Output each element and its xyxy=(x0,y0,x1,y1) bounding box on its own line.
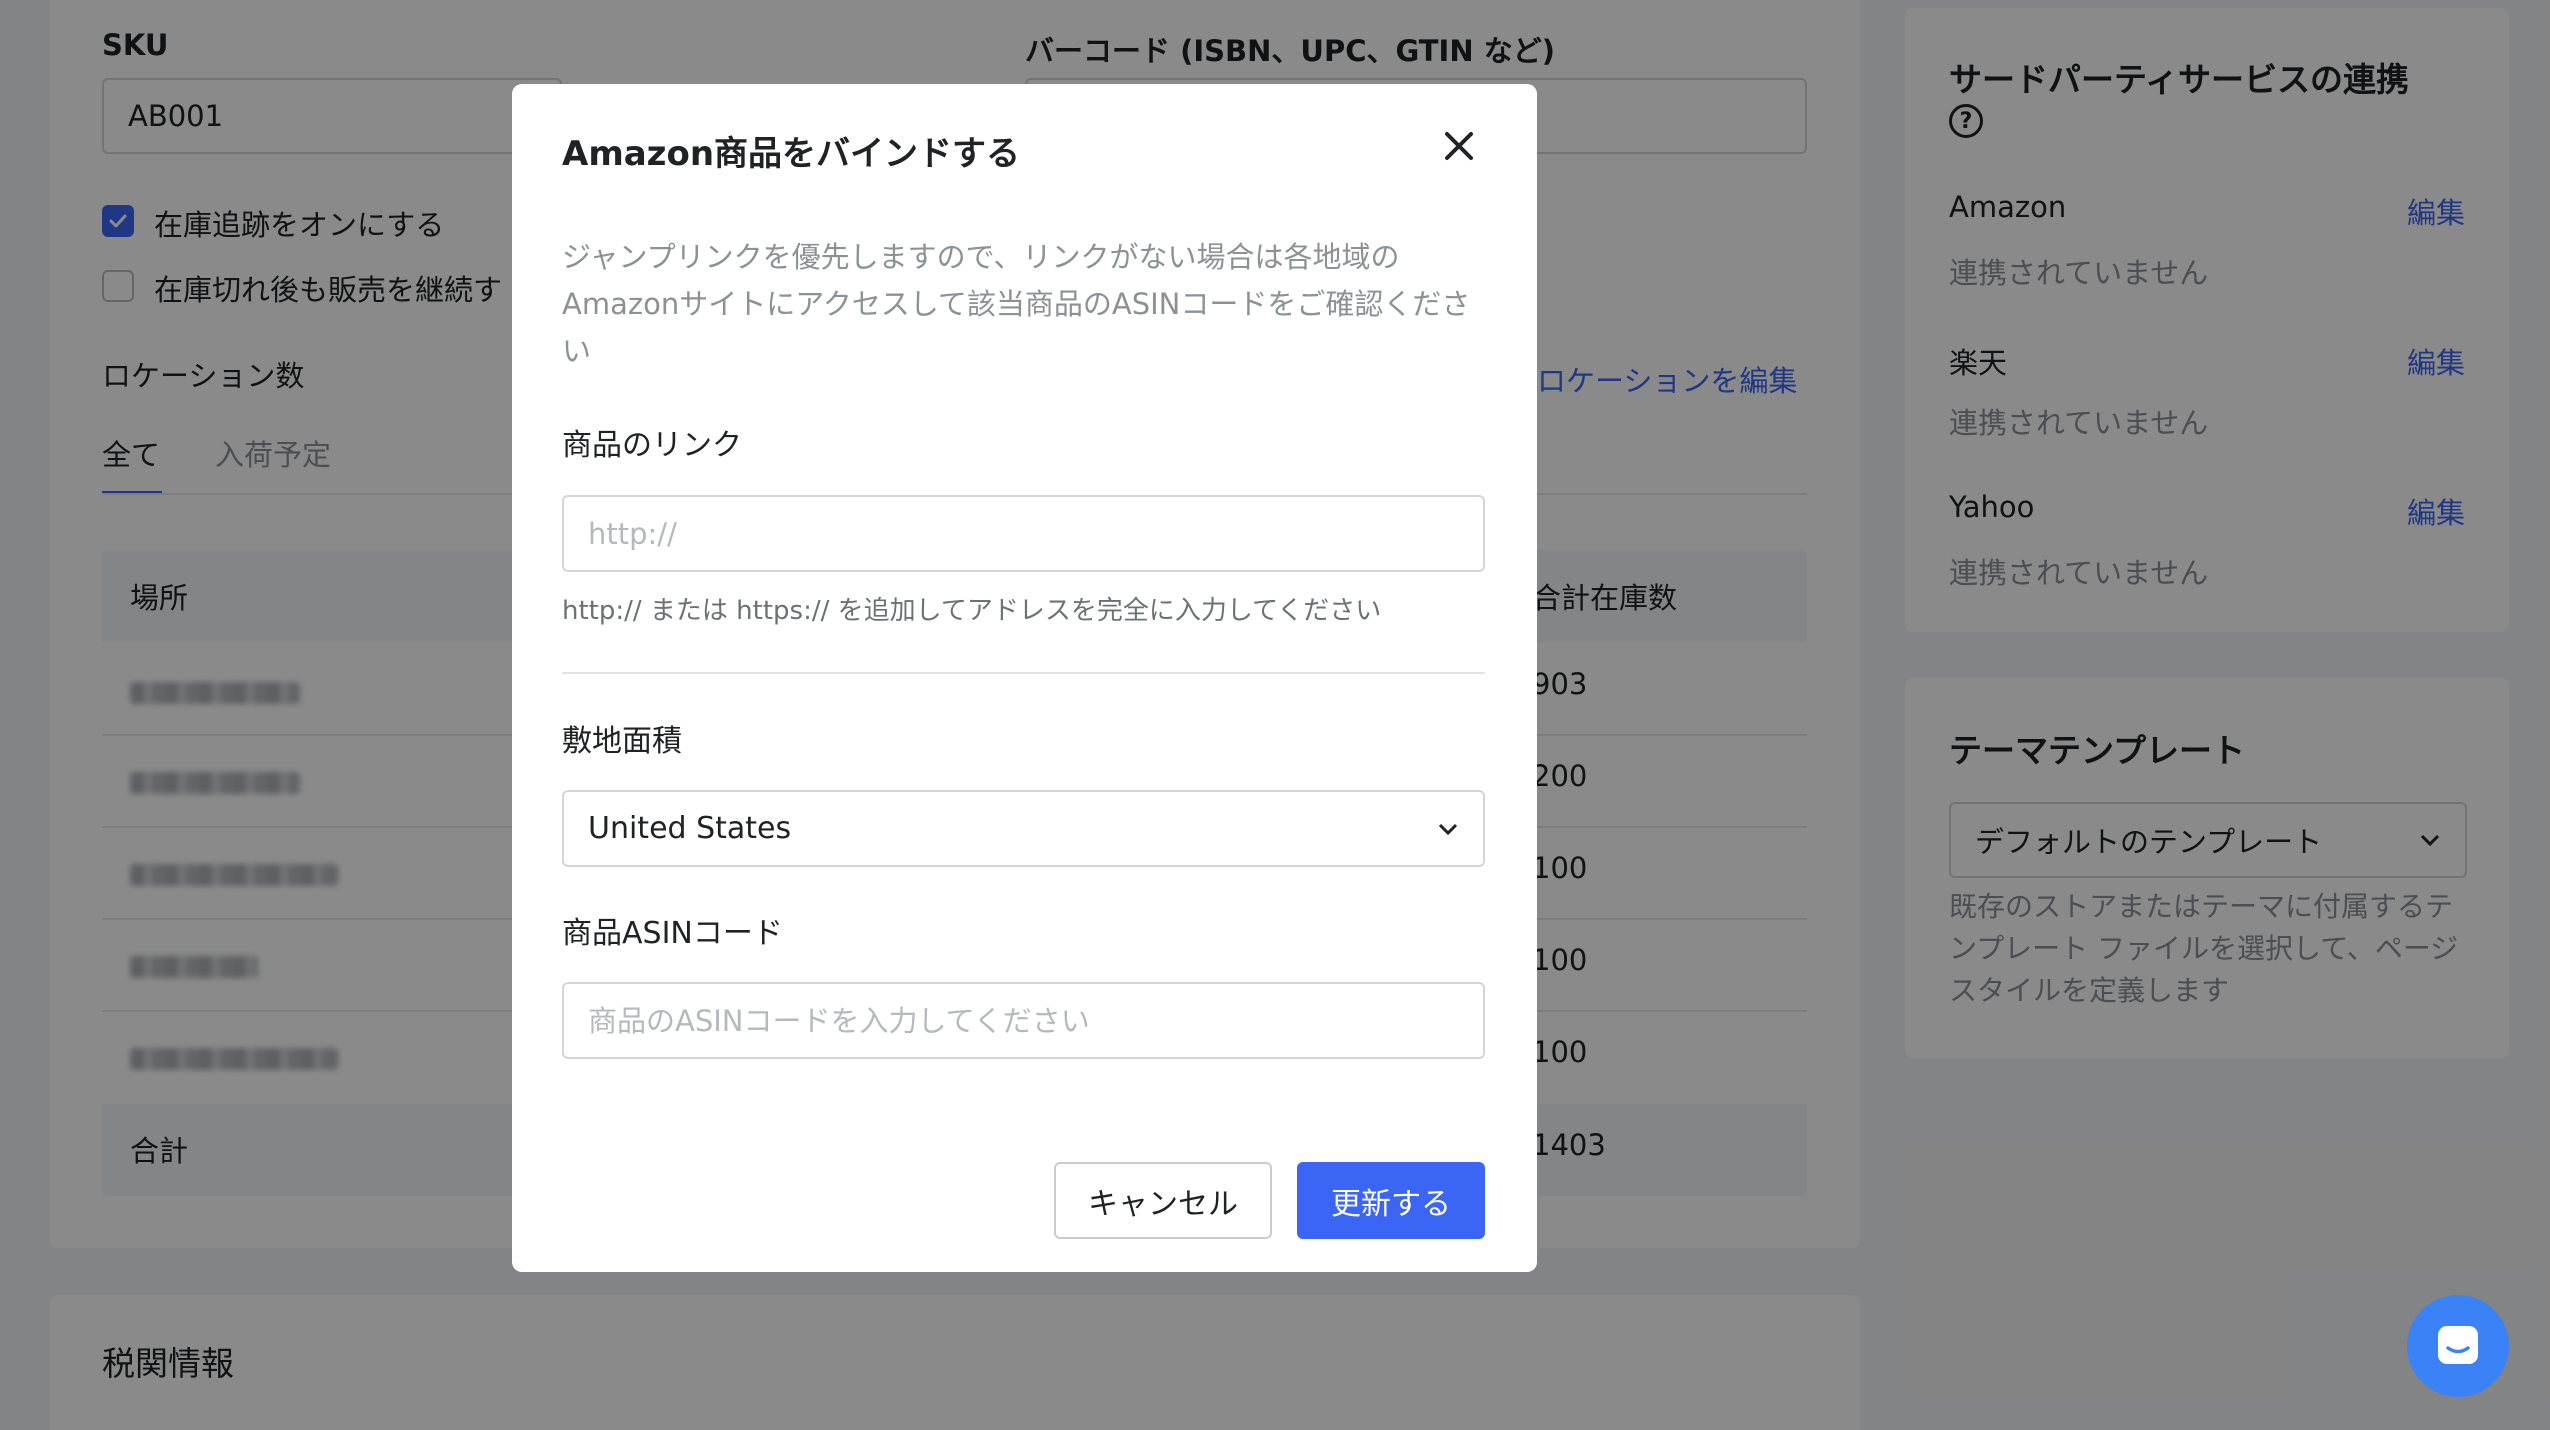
dialog-description: ジャンプリンクを優先しますので、リンクがない場合は各地域のAmazonサイトにア… xyxy=(562,240,1471,368)
cancel-button[interactable]: キャンセル xyxy=(1054,1162,1272,1239)
product-link-input[interactable] xyxy=(562,495,1485,572)
close-icon[interactable] xyxy=(1437,124,1481,168)
update-button[interactable]: 更新する xyxy=(1297,1162,1485,1239)
region-select-value: United States xyxy=(588,811,792,846)
chat-widget-button[interactable] xyxy=(2407,1295,2509,1397)
product-link-label: 商品のリンク xyxy=(562,428,742,463)
dialog-title: Amazon商品をバインドする xyxy=(562,134,1021,174)
chat-icon xyxy=(2438,1326,2478,1364)
bind-amazon-dialog: Amazon商品をバインドする ジャンプリンクを優先しますので、リンクがない場合… xyxy=(512,84,1537,1272)
dialog-divider xyxy=(562,672,1485,674)
region-label: 敷地面積 xyxy=(562,724,682,759)
chevron-down-icon xyxy=(1438,823,1458,835)
asin-label: 商品ASINコード xyxy=(562,916,783,951)
asin-input[interactable] xyxy=(562,982,1485,1059)
region-select[interactable]: United States xyxy=(562,790,1485,867)
product-link-help: http:// または https:// を追加してアドレスを完全に入力してくだ… xyxy=(562,596,1382,626)
